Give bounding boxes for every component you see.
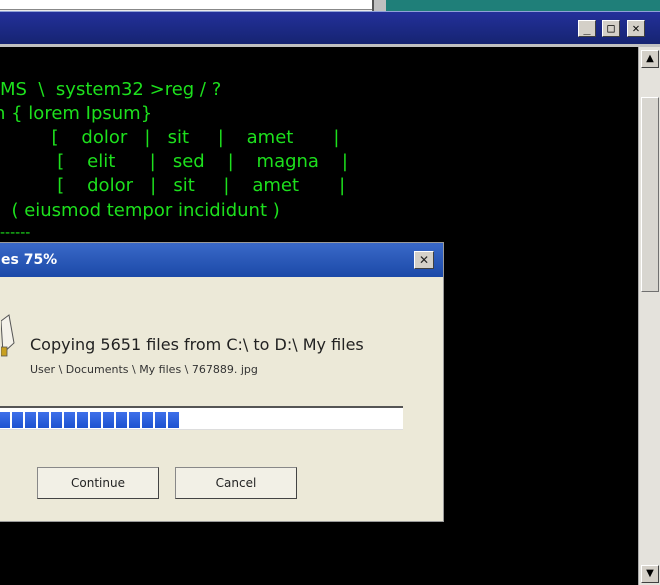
console-line: MS \ system32 >reg / ?: [0, 79, 222, 100]
progress-segment: [38, 412, 49, 428]
progress-segment: [116, 412, 127, 428]
progress-segment: [25, 412, 36, 428]
progress-segment: [64, 412, 75, 428]
progress-segment: [155, 412, 166, 428]
minimize-button[interactable]: _: [578, 20, 596, 37]
file-copy-icon: [1, 314, 15, 357]
console-title-bar[interactable]: _ □ ✕: [0, 11, 660, 46]
progress-segment: [168, 412, 179, 428]
vertical-scrollbar[interactable]: ▲ ▼: [638, 47, 660, 585]
console-line: [ dolor | sit | amet |: [0, 175, 346, 196]
progress-segment: [12, 412, 23, 428]
maximize-button[interactable]: □: [602, 20, 620, 37]
continue-button[interactable]: Continue: [37, 467, 159, 499]
console-line: [ elit | sed | magna |: [0, 151, 348, 172]
scroll-thumb[interactable]: [641, 97, 659, 292]
console-line: [ dolor | sit | amet |: [0, 127, 340, 148]
dialog-close-button[interactable]: ✕: [414, 251, 434, 269]
background-window-strip: [0, 0, 660, 11]
progress-segment: [142, 412, 153, 428]
cancel-button[interactable]: Cancel: [175, 467, 297, 499]
progress-segment: [103, 412, 114, 428]
progress-segment: [129, 412, 140, 428]
progress-segment: [0, 412, 10, 428]
current-file-path: User \ Documents \ My files \ 767889. jp…: [30, 363, 258, 376]
console-line: n { lorem Ipsum}: [0, 103, 153, 124]
progress-segment: [51, 412, 62, 428]
console-line: ------: [0, 225, 31, 241]
scroll-down-arrow-icon[interactable]: ▼: [641, 565, 659, 583]
copy-progress-dialog: es 75% ✕ Copying 5651 files from C:\ to …: [0, 242, 444, 522]
progress-fill: [0, 412, 179, 428]
copy-status-message: Copying 5651 files from C:\ to D:\ My fi…: [30, 335, 364, 354]
console-line: ( eiusmod tempor incididunt ): [0, 200, 280, 221]
dialog-title: es 75%: [1, 252, 58, 268]
dialog-title-bar[interactable]: es 75% ✕: [0, 243, 443, 277]
progress-segment: [90, 412, 101, 428]
background-window-edge: [0, 0, 373, 10]
copy-progress-bar: [0, 406, 403, 430]
scroll-up-arrow-icon[interactable]: ▲: [641, 50, 659, 68]
progress-segment: [77, 412, 88, 428]
desktop-background: [386, 0, 660, 11]
close-button[interactable]: ✕: [627, 20, 645, 37]
